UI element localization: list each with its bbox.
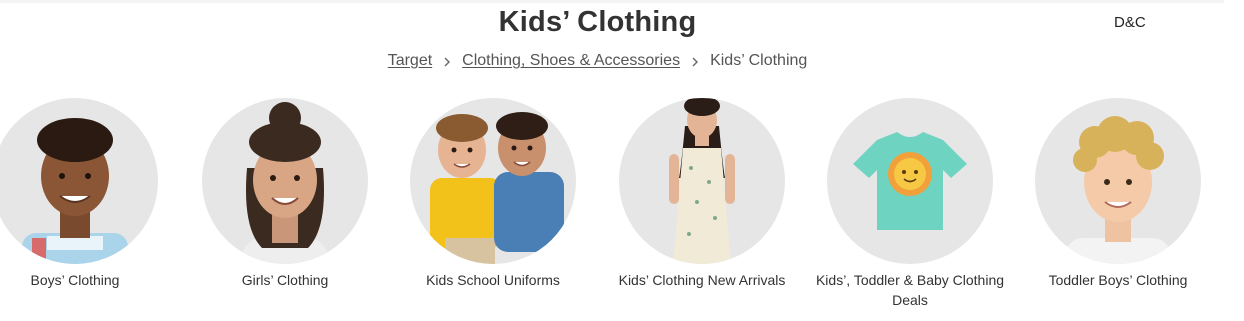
tshirt-sun-icon <box>853 132 967 230</box>
chevron-right-icon <box>441 55 453 67</box>
breadcrumb-link-target[interactable]: Target <box>388 52 432 70</box>
breadcrumb-current: Kids’ Clothing <box>710 52 808 69</box>
top-divider <box>0 0 1224 3</box>
category-girls-clothing[interactable]: Girls’ Clothing <box>185 98 385 290</box>
breadcrumb: Target Clothing, Shoes & Accessories Kid… <box>0 52 1195 70</box>
category-label: Kids School Uniforms <box>426 272 560 288</box>
chevron-right-icon <box>689 55 701 67</box>
category-image-girls <box>202 98 368 264</box>
category-label: Kids’ Clothing New Arrivals <box>618 272 786 288</box>
category-toddler-boys-clothing[interactable]: Toddler Boys’ Clothing <box>1018 98 1218 290</box>
breadcrumb-link-clothing[interactable]: Clothing, Shoes & Accessories <box>462 52 680 70</box>
page: Kids’ Clothing D&C Target Clothing, Shoe… <box>0 0 1244 321</box>
category-image-toddler-boys <box>1035 98 1201 264</box>
category-label: Toddler Boys’ Clothing <box>1048 272 1188 288</box>
category-label: Kids’, Toddler & Baby Clothing Deals <box>815 272 1005 308</box>
category-image-new-arrivals <box>619 98 785 264</box>
category-image-school-uniforms <box>410 98 576 264</box>
category-clothing-deals[interactable]: Kids’, Toddler & Baby Clothing Deals <box>810 98 1010 310</box>
corner-note: D&C <box>1114 14 1146 31</box>
category-kids-clothing-new-arrivals[interactable]: Kids’ Clothing New Arrivals <box>602 98 802 290</box>
category-boys-clothing[interactable]: Boys’ Clothing <box>0 98 175 290</box>
category-label: Girls’ Clothing <box>241 272 329 288</box>
page-title: Kids’ Clothing <box>498 6 697 38</box>
category-image-boys <box>0 98 158 264</box>
category-kids-school-uniforms[interactable]: Kids School Uniforms <box>393 98 593 290</box>
category-image-deals <box>827 98 993 264</box>
category-label: Boys’ Clothing <box>30 272 120 288</box>
